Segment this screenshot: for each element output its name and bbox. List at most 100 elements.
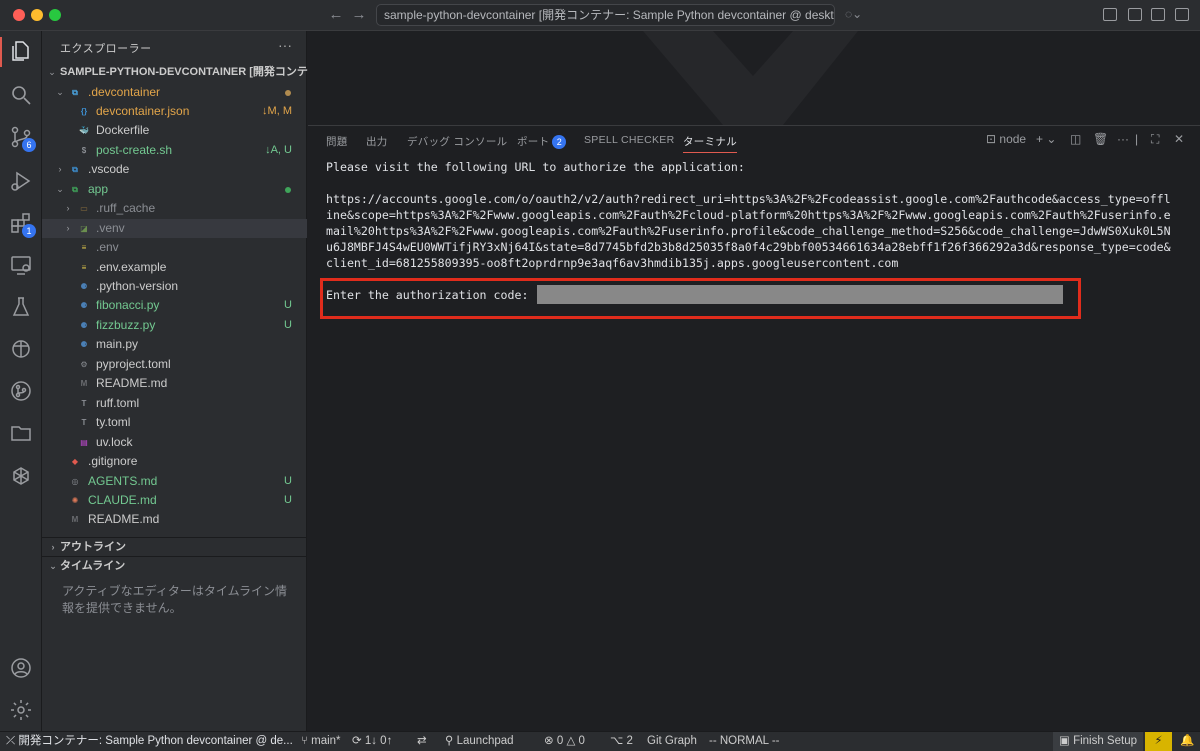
tree-item[interactable]: ◎ AGENTS.md U	[42, 472, 307, 491]
remote-indicator[interactable]: ⤫ 開発コンテナー: Sample Python devcontainer @ …	[0, 732, 293, 751]
git-status: ↓A, U	[265, 143, 292, 156]
tree-item[interactable]: ⌄ ⧉ app	[42, 180, 307, 199]
explorer-sidebar: エクスプローラー ··· ⌄ SAMPLE-PYTHON-DEVCONTAINE…	[42, 31, 317, 731]
back-arrow-icon[interactable]: ←	[327, 6, 345, 24]
command-center-search[interactable]: sample-python-devcontainer [開発コンテナー: Sam…	[376, 4, 835, 26]
tree-item[interactable]: ⚈ .python-version	[42, 277, 307, 296]
ports-badge: 2	[552, 135, 567, 149]
sync-indicator[interactable]: ⟳ 1↓ 0↑	[352, 732, 392, 751]
chevron-right-icon: ›	[51, 542, 55, 552]
close-panel-icon[interactable]: ✕	[1174, 132, 1184, 146]
tree-item[interactable]: ⌄ ⧉ .devcontainer	[42, 83, 307, 102]
toggle-panel-icon[interactable]	[1151, 8, 1165, 21]
tab-spell-checker[interactable]: SPELL CHECKER	[584, 134, 674, 146]
status-bar: ⤫ 開発コンテナー: Sample Python devcontainer @ …	[0, 731, 1200, 751]
git-graph-button[interactable]: Git Graph	[647, 732, 697, 751]
explorer-icon[interactable]	[9, 39, 33, 63]
terminal-line: https://accounts.google.com/o/oauth2/v2/…	[326, 192, 1171, 206]
file-type-icon: ▭	[80, 204, 88, 214]
file-name: devcontainer.json	[96, 103, 190, 118]
terminal-line: client_id=681255809395-oo8ft2oprdrnp9e3a…	[326, 256, 899, 270]
tab-terminal[interactable]: ターミナル	[683, 134, 737, 153]
chevron-right-icon: ›	[66, 203, 70, 214]
maximize-window-button[interactable]	[49, 9, 61, 21]
tree-item[interactable]: M README.md	[42, 510, 307, 529]
new-terminal-plus-icon[interactable]: + ⌄	[1036, 132, 1056, 146]
tree-item[interactable]: M README.md	[42, 374, 307, 393]
tree-item[interactable]: ◆ .gitignore	[42, 452, 307, 471]
account-icon[interactable]	[9, 656, 33, 680]
file-type-icon: ✺	[71, 495, 79, 505]
branch-indicator[interactable]: ⑂ main*	[301, 732, 341, 751]
file-type-icon: ≡	[81, 262, 87, 272]
terminal-icon: ⊡	[986, 132, 997, 146]
tree-item[interactable]: Tty.toml	[42, 413, 307, 432]
git-graph-icon[interactable]	[9, 379, 33, 403]
settings-gear-icon[interactable]	[9, 698, 33, 722]
problems-indicator[interactable]: ⊗ 0 △ 0	[544, 732, 585, 751]
docker-icon[interactable]	[9, 337, 33, 361]
search-icon[interactable]	[9, 83, 33, 107]
tab-ports[interactable]: ポート 2	[517, 134, 567, 149]
launchpad-button[interactable]: ⚲ Launchpad	[445, 732, 514, 751]
copilot-icon[interactable]: ◌⌄	[845, 7, 862, 21]
run-debug-icon[interactable]	[9, 169, 33, 193]
tree-item[interactable]: ▤ uv.lock	[42, 433, 307, 452]
maximize-panel-icon[interactable]: ⛶	[1151, 132, 1159, 147]
file-name: .python-version	[96, 279, 179, 293]
folder-icon[interactable]	[9, 421, 33, 445]
tree-item[interactable]: ≡ .env.example	[42, 258, 307, 277]
tree-item[interactable]: ⚈ fizzbuzz.py U	[42, 316, 307, 335]
auth-code-input[interactable]	[537, 285, 1063, 304]
copilot-status-icon[interactable]: ⚡	[1145, 732, 1172, 751]
tree-item[interactable]: ⚙ pyproject.toml	[42, 355, 307, 374]
terminal-shell-selector[interactable]: ⊡ node	[986, 132, 1026, 146]
tab-output[interactable]: 出力	[366, 134, 388, 149]
tree-item[interactable]: › ⧉ .vscode	[42, 160, 307, 179]
tree-item[interactable]: ≡ .env	[42, 238, 307, 257]
tree-item[interactable]: $ post-create.sh ↓A, U	[42, 141, 307, 160]
ports-indicator[interactable]: ⌥ 2	[610, 732, 633, 751]
minimize-window-button[interactable]	[31, 9, 43, 21]
file-name: .gitignore	[88, 454, 138, 469]
tree-item[interactable]: › ◪ .venv	[42, 218, 307, 239]
tree-item[interactable]: ⚈ main.py	[42, 335, 307, 354]
file-type-icon: ⧉	[72, 184, 78, 194]
tree-item[interactable]: {} devcontainer.json ↓M, M	[42, 102, 307, 121]
trash-icon[interactable]: 🗑	[1093, 132, 1108, 146]
git-status: U	[284, 299, 292, 312]
testing-icon[interactable]	[9, 295, 33, 319]
tab-debug-console[interactable]: デバッグ コンソール	[407, 134, 507, 149]
tree-item[interactable]: ✺ CLAUDE.md U	[42, 491, 307, 510]
finish-setup-button[interactable]: ▣ Finish Setup	[1053, 732, 1143, 751]
file-name: README.md	[96, 376, 168, 391]
file-name: fizzbuzz.py	[96, 317, 156, 332]
workspace-root[interactable]: ⌄ SAMPLE-PYTHON-DEVCONTAINER [開発コンテ...	[42, 63, 317, 82]
layout-customize-icon[interactable]	[1103, 8, 1117, 21]
file-type-icon: {}	[80, 106, 88, 116]
file-type-icon: T	[81, 398, 87, 408]
timeline-section[interactable]: ⌄ タイムライン	[42, 556, 307, 575]
error-icon: ⊗	[544, 735, 557, 747]
tab-problems[interactable]: 問題	[326, 134, 348, 149]
outline-section[interactable]: › アウトライン	[42, 537, 307, 556]
tree-item[interactable]: › ▭ .ruff_cache	[42, 199, 307, 218]
git-compare-icon[interactable]: ⇄	[417, 732, 427, 751]
more-actions-icon[interactable]: ···	[278, 37, 292, 53]
split-terminal-icon[interactable]: ◫	[1070, 132, 1081, 146]
openai-icon[interactable]	[9, 465, 33, 489]
tree-item[interactable]: ⚈ fibonacci.py U	[42, 296, 307, 315]
file-type-icon: M	[80, 379, 88, 389]
more-actions-icon[interactable]: ···	[1117, 132, 1129, 146]
extensions-icon[interactable]: 1	[9, 211, 36, 238]
toggle-secondary-sidebar-icon[interactable]	[1175, 8, 1189, 21]
toggle-sidebar-icon[interactable]	[1128, 8, 1142, 21]
tree-item[interactable]: Truff.toml	[42, 394, 307, 413]
source-control-icon[interactable]: 6	[9, 125, 36, 152]
file-name: ty.toml	[96, 415, 131, 430]
tree-item[interactable]: 🐳 Dockerfile	[42, 121, 307, 140]
notifications-bell-icon[interactable]: 🔔	[1180, 732, 1194, 751]
remote-explorer-icon[interactable]	[9, 253, 33, 277]
close-window-button[interactable]	[13, 9, 25, 21]
forward-arrow-icon[interactable]: →	[350, 6, 368, 24]
